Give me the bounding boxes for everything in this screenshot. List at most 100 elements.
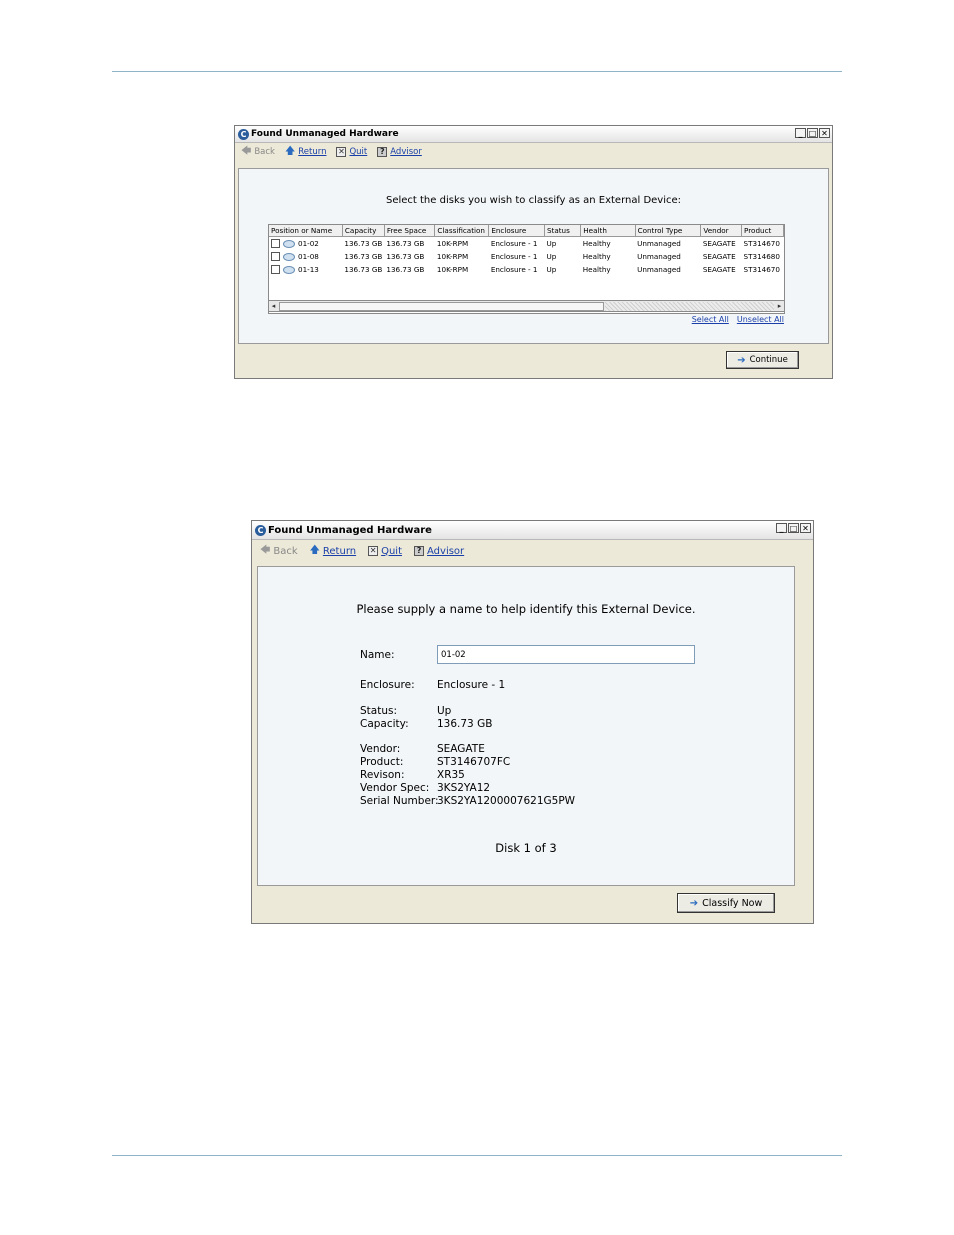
back-label: Back: [254, 147, 275, 157]
advisor-button[interactable]: ? Advisor: [377, 147, 422, 157]
arrow-right-icon: ➔: [689, 897, 699, 909]
horizontal-scrollbar[interactable]: ◂ ▸: [268, 300, 785, 312]
prompt-text: Select the disks you wish to classify as…: [385, 195, 682, 206]
column-header[interactable]: Control Type: [635, 225, 702, 237]
quit-icon: ✕: [368, 546, 379, 556]
table-cell: Healthy: [582, 239, 611, 248]
scroll-left-icon[interactable]: ◂: [269, 301, 278, 311]
table-cell: 136.73 GB: [386, 239, 425, 248]
content-panel: Please supply a name to help identify th…: [257, 566, 795, 886]
minimize-button[interactable]: _: [795, 128, 806, 138]
table-cell: 10K-RPM: [436, 239, 469, 248]
column-header[interactable]: Enclosure: [488, 225, 545, 237]
position-text: 01-13: [298, 264, 319, 274]
window-title: Found Unmanaged Hardware: [251, 129, 399, 139]
table-header-row: Position or Name Capacity Free Space Cla…: [269, 225, 784, 237]
enclosure-label: Enclosure:: [360, 679, 415, 691]
disk-icon: [283, 239, 295, 248]
name-input[interactable]: [437, 645, 695, 664]
prompt-text: Please supply a name to help identify th…: [356, 602, 696, 616]
product-value: ST3146707FC: [437, 756, 511, 768]
column-header[interactable]: Classification: [434, 225, 490, 237]
back-button[interactable]: 🡄 Back: [241, 146, 275, 158]
maximize-button[interactable]: □: [788, 523, 799, 533]
quit-icon: ✕: [336, 147, 347, 157]
page-header-rule: [112, 71, 842, 72]
quit-button[interactable]: ✕ Quit: [336, 147, 367, 157]
table-cell: ST314670: [743, 265, 780, 274]
return-link[interactable]: Return: [323, 546, 356, 557]
scroll-right-icon[interactable]: ▸: [775, 301, 784, 311]
column-header[interactable]: Free Space: [384, 225, 436, 237]
disk-count: Disk 1 of 3: [495, 841, 557, 855]
row-checkbox[interactable]: [271, 265, 280, 275]
capacity-value: 136.73 GB: [437, 718, 493, 730]
table-cell: Unmanaged: [637, 252, 681, 261]
scroll-track[interactable]: [605, 302, 774, 311]
vendor-value: SEAGATE: [437, 743, 485, 755]
position-cell: 01-13: [269, 263, 342, 276]
continue-label: Continue: [749, 355, 788, 365]
advisor-link[interactable]: Advisor: [390, 147, 422, 157]
minimize-button[interactable]: _: [776, 523, 787, 533]
table-cell: Up: [546, 252, 557, 261]
quit-link[interactable]: Quit: [349, 147, 367, 157]
up-arrow-icon: 🡅: [309, 545, 320, 556]
help-icon: ?: [414, 546, 425, 556]
column-header[interactable]: Product: [741, 225, 784, 237]
return-button[interactable]: 🡅 Return: [310, 546, 356, 557]
column-header[interactable]: Position or Name: [269, 225, 343, 237]
row-checkbox[interactable]: [271, 252, 280, 262]
quit-button[interactable]: ✕ Quit: [368, 546, 402, 557]
column-header[interactable]: Capacity: [342, 225, 385, 237]
select-all-link[interactable]: Select All: [692, 315, 729, 324]
found-unmanaged-hardware-window-name: C Found Unmanaged Hardware _ □ ✕ 🡄 Back …: [251, 520, 814, 924]
help-icon: ?: [377, 147, 388, 157]
quit-link[interactable]: Quit: [381, 546, 402, 557]
scroll-thumb[interactable]: [279, 302, 604, 311]
table-cell: Healthy: [582, 265, 611, 274]
table-cell: Healthy: [582, 252, 611, 261]
unselect-all-link[interactable]: Unselect All: [737, 315, 784, 324]
advisor-link[interactable]: Advisor: [427, 546, 464, 557]
column-header[interactable]: Status: [544, 225, 582, 237]
table-cell: Unmanaged: [637, 239, 681, 248]
disk-icon: [283, 252, 295, 261]
back-label: Back: [273, 545, 298, 557]
table-cell: 136.73 GB: [386, 252, 425, 261]
maximize-button[interactable]: □: [807, 128, 818, 138]
back-button[interactable]: 🡄 Back: [260, 546, 298, 557]
column-header[interactable]: Health: [580, 225, 636, 237]
table-row[interactable]: 01-02 136.73 GB 136.73 GB 10K-RPM Enclos…: [269, 237, 784, 251]
content-panel: Select the disks you wish to classify as…: [238, 168, 829, 344]
table-row[interactable]: 01-13 136.73 GB 136.73 GB 10K-RPM Enclos…: [269, 263, 784, 276]
table-row[interactable]: 01-08 136.73 GB 136.73 GB 10K-RPM Enclos…: [269, 250, 784, 263]
classify-now-button[interactable]: ➔ Classify Now: [677, 893, 775, 913]
arrow-right-icon: ➔: [737, 354, 746, 366]
table-cell: 10K-RPM: [436, 252, 469, 261]
table-cell: SEAGATE: [702, 252, 736, 261]
advisor-button[interactable]: ? Advisor: [414, 546, 464, 557]
nav-bar: 🡄 Back 🡅 Return ✕ Quit ? Advisor: [235, 143, 832, 161]
app-icon: C: [255, 524, 266, 536]
position-text: 01-02: [298, 238, 319, 248]
window-title: Found Unmanaged Hardware: [268, 524, 432, 536]
back-arrow-icon: 🡄: [241, 146, 252, 157]
table-cell: 136.73 GB: [344, 239, 383, 248]
table-cell: Enclosure - 1: [490, 265, 538, 274]
serial-number-label: Serial Number:: [360, 795, 439, 807]
close-button[interactable]: ✕: [800, 523, 811, 533]
continue-button[interactable]: ➔ Continue: [726, 351, 799, 369]
table-cell: ST314680: [743, 252, 780, 261]
return-button[interactable]: 🡅 Return: [285, 147, 327, 158]
page-footer-rule: [112, 1155, 842, 1156]
close-button[interactable]: ✕: [819, 128, 830, 138]
serial-number-value: 3KS2YA1200007621G5PW: [437, 795, 576, 807]
title-bar: C Found Unmanaged Hardware _ □ ✕: [235, 126, 832, 143]
table-cell: Enclosure - 1: [490, 252, 538, 261]
back-arrow-icon: 🡄: [260, 545, 271, 556]
row-checkbox[interactable]: [271, 239, 280, 249]
return-link[interactable]: Return: [298, 147, 326, 157]
table-cell: Up: [546, 265, 557, 274]
column-header[interactable]: Vendor: [700, 225, 743, 237]
